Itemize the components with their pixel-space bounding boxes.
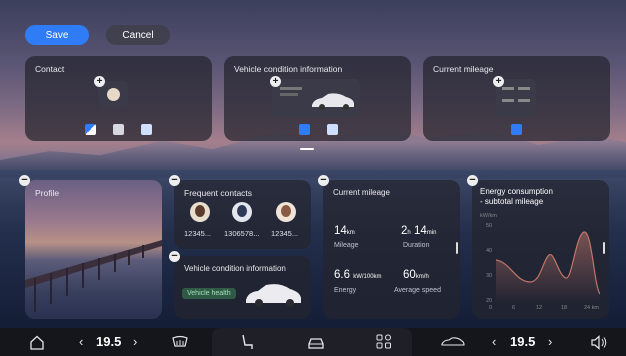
remove-icon[interactable]: − <box>19 175 30 186</box>
temp-left-increase-icon[interactable]: › <box>133 334 137 349</box>
left-temperature: 19.5 <box>96 334 122 349</box>
card-title: Profile <box>35 188 60 198</box>
duration-value: 2h 14min <box>401 225 437 237</box>
x-tick: 18 <box>561 305 568 311</box>
size-option-medium[interactable] <box>299 124 310 135</box>
profile-widget[interactable]: Profile <box>25 180 162 319</box>
frequent-contacts-widget[interactable]: Frequent contacts 12345... 1306578... 12… <box>174 180 311 249</box>
size-option-large[interactable] <box>511 124 522 135</box>
bottom-dock: ‹ 19.5 › ‹ 19.5 › <box>0 328 626 356</box>
resize-handle[interactable] <box>456 242 458 254</box>
remove-icon[interactable]: − <box>169 251 180 262</box>
mileage-value: 14km <box>334 225 355 237</box>
card-title: Contact <box>35 64 65 74</box>
energy-consumption-widget[interactable]: Energy consumption - subtotal mileage kW… <box>472 180 609 319</box>
current-mileage-widget-option[interactable]: Current mileage + <box>423 56 610 141</box>
vehicle-health-badge: Vehicle health <box>182 288 236 299</box>
car-icon <box>246 284 301 307</box>
remove-icon[interactable]: − <box>318 175 329 186</box>
x-tick: 0 <box>489 305 493 311</box>
contact-widget-option[interactable]: Contact + <box>25 56 212 141</box>
card-title: Vehicle condition information <box>234 64 343 74</box>
contact-number: 1306578... <box>224 229 260 238</box>
volume-icon[interactable] <box>590 335 608 350</box>
pier-image <box>25 240 162 312</box>
apps-icon[interactable] <box>376 334 392 350</box>
card-title: Vehicle condition information <box>184 264 286 273</box>
y-tick: 30 <box>486 273 493 279</box>
size-option-large[interactable] <box>327 124 338 135</box>
x-tick: 6 <box>512 305 516 311</box>
remove-icon[interactable]: − <box>467 175 478 186</box>
energy-value: 6.6 kW/100km <box>334 269 382 281</box>
contact-avatar[interactable] <box>232 202 252 222</box>
right-temperature: 19.5 <box>510 334 536 349</box>
size-option-medium[interactable] <box>113 124 124 135</box>
car-settings-icon[interactable] <box>441 337 465 348</box>
remove-icon[interactable]: − <box>169 175 180 186</box>
y-tick: 20 <box>486 298 493 304</box>
temp-right-increase-icon[interactable]: › <box>548 334 552 349</box>
cancel-button[interactable]: Cancel <box>106 25 170 45</box>
x-tick: 12 <box>536 305 543 311</box>
energy-label: Energy <box>334 287 357 294</box>
y-tick: 40 <box>486 248 493 254</box>
vehicle-condition-widget[interactable]: Vehicle condition information Vehicle he… <box>174 256 311 319</box>
vehicle-preview <box>272 79 360 117</box>
current-mileage-widget[interactable]: Current mileage 14km Mileage 2h 14min Du… <box>323 180 460 319</box>
temp-right-decrease-icon[interactable]: ‹ <box>492 334 496 349</box>
card-title: Energy consumption - subtotal mileage <box>480 187 553 206</box>
y-axis-unit: kW/km <box>480 213 497 219</box>
resize-handle[interactable] <box>603 242 605 254</box>
card-title: Current mileage <box>433 64 494 74</box>
contact-avatar[interactable] <box>276 202 296 222</box>
defrost-icon[interactable] <box>171 335 189 350</box>
x-tick: 24 km <box>584 305 599 311</box>
temp-left-decrease-icon[interactable]: ‹ <box>79 334 83 349</box>
add-icon[interactable]: + <box>493 76 504 87</box>
save-button[interactable]: Save <box>25 25 89 45</box>
seat-icon[interactable] <box>240 334 254 350</box>
card-title: Frequent contacts <box>184 188 253 198</box>
y-tick: 50 <box>486 223 493 229</box>
speed-value: 60km/h <box>403 269 429 281</box>
vehicle-icon[interactable] <box>307 335 325 350</box>
add-icon[interactable]: + <box>270 76 281 87</box>
speed-label: Average speed <box>394 287 441 294</box>
add-icon[interactable]: + <box>94 76 105 87</box>
home-icon[interactable] <box>29 335 45 350</box>
energy-curve <box>496 231 600 304</box>
contact-number: 12345... <box>271 229 299 238</box>
page-indicator-active <box>300 148 314 150</box>
contact-number: 12345... <box>184 229 212 238</box>
car-icon <box>312 93 354 110</box>
contact-avatar[interactable] <box>190 202 210 222</box>
avatar <box>107 88 120 101</box>
duration-label: Duration <box>403 242 430 249</box>
vehicle-condition-widget-option[interactable]: Vehicle condition information + <box>224 56 411 141</box>
size-option-large[interactable] <box>141 124 152 135</box>
card-title: Current mileage <box>333 188 390 197</box>
size-option-small[interactable] <box>85 124 96 135</box>
mileage-label: Mileage <box>334 242 359 249</box>
